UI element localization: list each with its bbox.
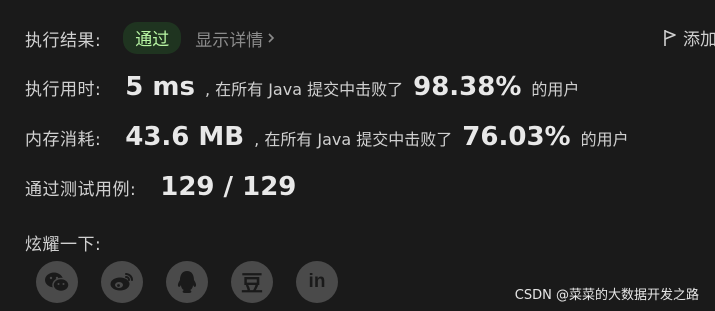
runtime-text: , 在所有 Java 提交中击败了 [204,80,404,99]
show-details-link[interactable]: 显示详情 [195,26,275,51]
status-badge: 通过 [123,22,182,54]
testcases-label: 通过测试用例: [25,180,137,200]
linkedin-icon: in [308,271,326,292]
share-row: 炫耀一下: [25,230,101,255]
chevron-right-icon [268,33,275,43]
memory-percent: 76.03% [462,122,571,152]
runtime-row: 执行用时: 5 ms , 在所有 Java 提交中击败了 98.38% 的用户 [25,72,579,102]
memory-suffix: 的用户 [580,130,629,149]
share-label: 炫耀一下: [25,235,102,255]
memory-text: , 在所有 Java 提交中击败了 [254,130,453,149]
wechat-icon [45,272,70,293]
add-note-label: 添加 [683,30,715,50]
memory-label: 内存消耗: [25,130,102,150]
testcases-row: 通过测试用例: 129 / 129 [25,172,296,202]
douban-icon: 豆 [240,272,263,297]
show-details-label: 显示详情 [195,30,264,51]
flag-icon [664,29,676,46]
testcases-value: 129 / 129 [160,172,297,202]
runtime-value: 5 ms [125,72,195,102]
runtime-percent: 98.38% [413,72,522,102]
memory-row: 内存消耗: 43.6 MB , 在所有 Java 提交中击败了 76.03% 的… [25,122,629,152]
csdn-watermark: CSDN @菜菜的大数据开发之路 [514,288,699,303]
weibo-icon [110,273,133,291]
runtime-suffix: 的用户 [531,80,580,99]
qq-share-button[interactable] [166,261,208,303]
add-note-button[interactable]: 添加 [663,25,715,50]
qq-icon [177,271,197,293]
wechat-share-button[interactable] [36,261,78,303]
runtime-label: 执行用时: [25,80,102,100]
weibo-share-button[interactable] [101,261,143,303]
linkedin-share-button[interactable]: in [296,261,338,303]
share-icons: 豆 in [36,261,338,303]
result-row: 执行结果: 通过 显示详情 [25,22,275,54]
result-label: 执行结果: [25,30,102,51]
memory-value: 43.6 MB [125,122,245,152]
douban-share-button[interactable]: 豆 [231,261,273,303]
